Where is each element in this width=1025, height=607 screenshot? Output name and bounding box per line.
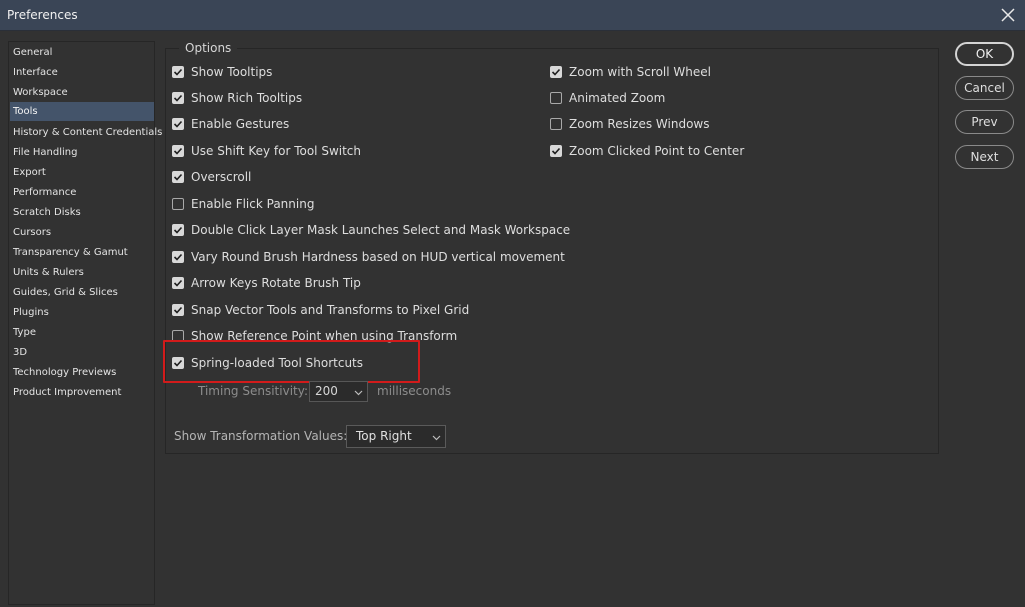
- option-enable-gestures[interactable]: Enable Gestures: [172, 115, 289, 133]
- chevron-down-icon: [354, 390, 363, 396]
- sidebar-item-plugins[interactable]: Plugins: [10, 303, 154, 322]
- checkbox-checked-icon[interactable]: [172, 171, 184, 183]
- option-zoom-clicked-point[interactable]: Zoom Clicked Point to Center: [550, 142, 744, 160]
- checkbox-checked-icon[interactable]: [172, 66, 184, 78]
- title-bar: Preferences: [0, 0, 1025, 31]
- option-label: Enable Gestures: [191, 117, 290, 131]
- checkbox-unchecked-icon[interactable]: [172, 198, 184, 210]
- sidebar-item-scratch-disks[interactable]: Scratch Disks: [10, 203, 154, 222]
- sidebar-item-cursors[interactable]: Cursors: [10, 223, 154, 242]
- window-title: Preferences: [7, 8, 78, 22]
- sidebar-item-transparency-gamut[interactable]: Transparency & Gamut: [10, 243, 154, 262]
- cancel-button[interactable]: Cancel: [955, 76, 1014, 100]
- sidebar-item-interface[interactable]: Interface: [10, 63, 154, 82]
- checkbox-checked-icon[interactable]: [172, 145, 184, 157]
- sidebar-item-performance[interactable]: Performance: [10, 183, 154, 202]
- options-legend: Options: [179, 41, 238, 55]
- transformation-values-label: Show Transformation Values:: [174, 429, 348, 443]
- sidebar-item-units-rulers[interactable]: Units & Rulers: [10, 263, 154, 282]
- option-label: Zoom Clicked Point to Center: [569, 144, 745, 158]
- sidebar-item-technology-previews[interactable]: Technology Previews: [10, 363, 154, 382]
- option-label: Arrow Keys Rotate Brush Tip: [191, 276, 361, 290]
- next-button[interactable]: Next: [955, 145, 1014, 169]
- option-vary-round-brush[interactable]: Vary Round Brush Hardness based on HUD v…: [172, 248, 565, 266]
- option-label: Overscroll: [191, 170, 252, 184]
- option-label: Use Shift Key for Tool Switch: [191, 144, 362, 158]
- option-zoom-scroll-wheel[interactable]: Zoom with Scroll Wheel: [550, 63, 711, 81]
- option-overscroll[interactable]: Overscroll: [172, 168, 251, 186]
- preferences-sidebar: General Interface Workspace Tools Histor…: [8, 41, 162, 605]
- option-label: Show Reference Point when using Transfor…: [191, 329, 458, 343]
- sidebar-item-3d[interactable]: 3D: [10, 343, 154, 362]
- option-snap-vector-tools[interactable]: Snap Vector Tools and Transforms to Pixe…: [172, 301, 469, 319]
- sidebar-item-product-improvement[interactable]: Product Improvement: [10, 383, 154, 402]
- timing-sensitivity-value: 200: [315, 384, 338, 398]
- option-label: Double Click Layer Mask Launches Select …: [191, 223, 571, 237]
- option-show-tooltips[interactable]: Show Tooltips: [172, 63, 272, 81]
- option-arrow-keys-rotate[interactable]: Arrow Keys Rotate Brush Tip: [172, 274, 361, 292]
- option-show-rich-tooltips[interactable]: Show Rich Tooltips: [172, 89, 302, 107]
- timing-sensitivity-select[interactable]: 200: [309, 381, 368, 402]
- option-double-click-layer-mask[interactable]: Double Click Layer Mask Launches Select …: [172, 221, 570, 239]
- close-icon[interactable]: [999, 6, 1017, 24]
- transformation-values-select[interactable]: Top Right: [346, 425, 446, 448]
- checkbox-checked-icon[interactable]: [172, 92, 184, 104]
- checkbox-checked-icon[interactable]: [172, 304, 184, 316]
- option-label: Animated Zoom: [569, 91, 666, 105]
- option-label: Show Rich Tooltips: [191, 91, 303, 105]
- sidebar-item-tools[interactable]: Tools: [10, 102, 154, 121]
- option-label: Zoom with Scroll Wheel: [569, 65, 711, 79]
- option-use-shift-key[interactable]: Use Shift Key for Tool Switch: [172, 142, 361, 160]
- checkbox-checked-icon[interactable]: [172, 251, 184, 263]
- sidebar-item-file-handling[interactable]: File Handling: [10, 143, 154, 162]
- sidebar-item-type[interactable]: Type: [10, 323, 154, 342]
- option-label: Vary Round Brush Hardness based on HUD v…: [191, 250, 565, 264]
- sidebar-item-history[interactable]: History & Content Credentials: [10, 123, 162, 142]
- option-label: Snap Vector Tools and Transforms to Pixe…: [191, 303, 470, 317]
- prev-button[interactable]: Prev: [955, 110, 1014, 134]
- checkbox-checked-icon[interactable]: [550, 145, 562, 157]
- option-animated-zoom[interactable]: Animated Zoom: [550, 89, 665, 107]
- option-label: Show Tooltips: [191, 65, 273, 79]
- checkbox-checked-icon[interactable]: [172, 224, 184, 236]
- sidebar-item-guides-grid-slices[interactable]: Guides, Grid & Slices: [10, 283, 154, 302]
- ok-button[interactable]: OK: [955, 42, 1014, 66]
- checkbox-unchecked-icon[interactable]: [172, 330, 184, 342]
- option-label: Enable Flick Panning: [191, 197, 315, 211]
- checkbox-unchecked-icon[interactable]: [550, 118, 562, 130]
- option-label: Zoom Resizes Windows: [569, 117, 710, 131]
- chevron-down-icon: [432, 435, 441, 441]
- checkbox-unchecked-icon[interactable]: [550, 92, 562, 104]
- sidebar-item-workspace[interactable]: Workspace: [10, 83, 154, 102]
- checkbox-checked-icon[interactable]: [172, 118, 184, 130]
- option-zoom-resizes-windows[interactable]: Zoom Resizes Windows: [550, 115, 710, 133]
- checkbox-checked-icon[interactable]: [172, 357, 184, 369]
- timing-sensitivity-label: Timing Sensitivity:: [198, 384, 308, 398]
- option-label: Spring-loaded Tool Shortcuts: [191, 356, 364, 370]
- option-spring-loaded-shortcuts[interactable]: Spring-loaded Tool Shortcuts: [172, 354, 363, 372]
- option-show-reference-point[interactable]: Show Reference Point when using Transfor…: [172, 327, 457, 345]
- checkbox-checked-icon[interactable]: [550, 66, 562, 78]
- option-enable-flick-panning[interactable]: Enable Flick Panning: [172, 195, 314, 213]
- checkbox-checked-icon[interactable]: [172, 277, 184, 289]
- sidebar-item-export[interactable]: Export: [10, 163, 154, 182]
- timing-sensitivity-unit: milliseconds: [377, 384, 452, 398]
- sidebar-item-general[interactable]: General: [10, 43, 154, 62]
- transformation-values-value: Top Right: [356, 429, 412, 443]
